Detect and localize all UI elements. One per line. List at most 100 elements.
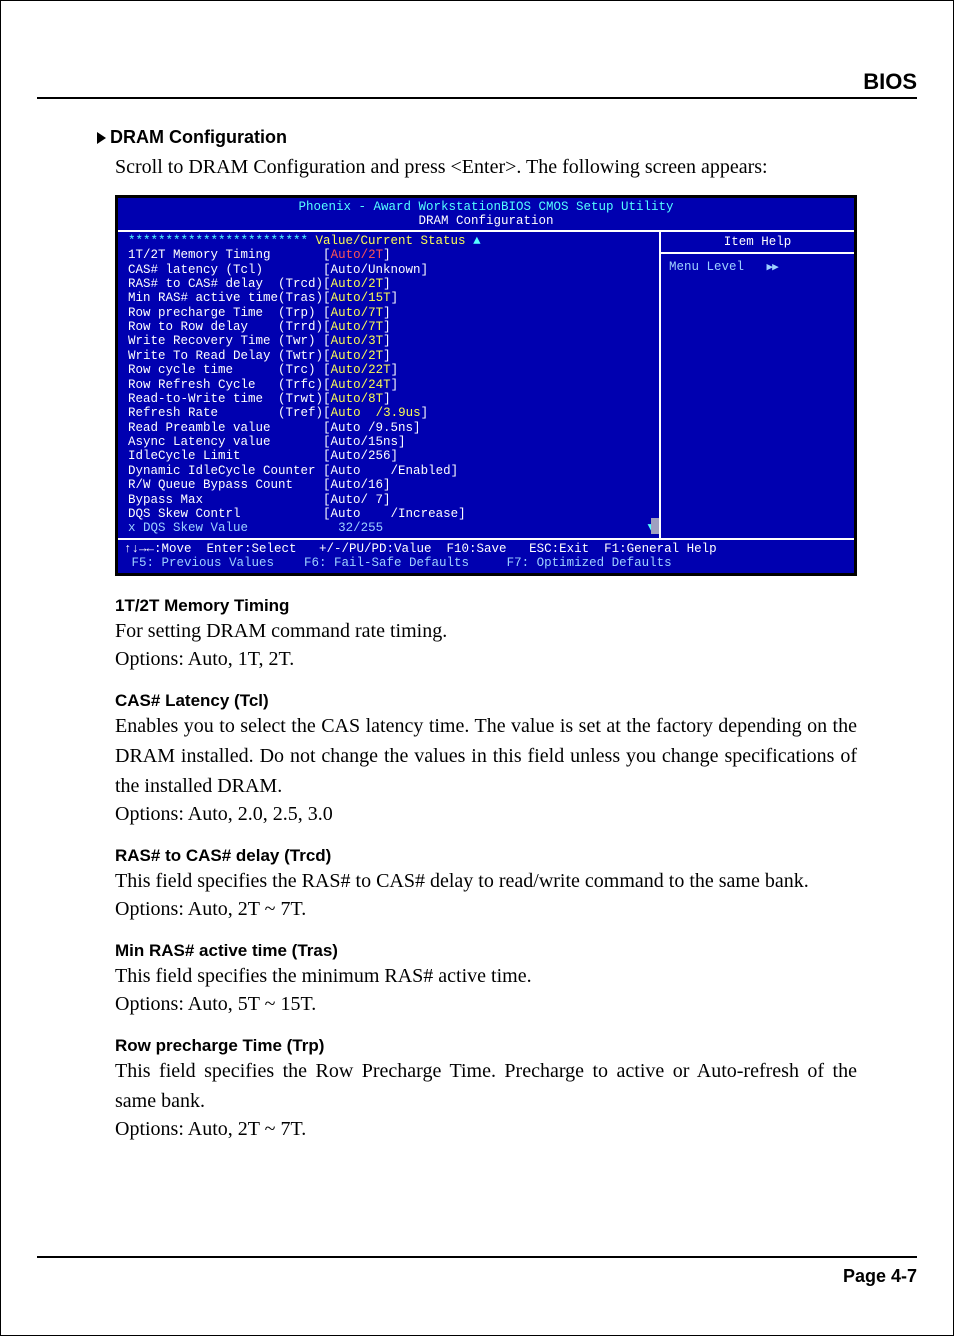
bios-x-row: x DQS Skew Value 32/255▼ xyxy=(128,521,655,535)
bios-row-label: 1T/2T Memory Timing xyxy=(128,248,323,262)
bios-row-label: Min RAS# active time(Tras) xyxy=(128,291,323,305)
bracket-close: ] xyxy=(383,392,391,406)
bios-row-value: Auto/2T xyxy=(331,349,384,363)
bracket-open: [ xyxy=(323,363,331,377)
bios-row[interactable]: Read Preamble value [Auto /9.5ns] xyxy=(128,421,655,435)
bios-row[interactable]: Write Recovery Time (Twr) [Auto/3T] xyxy=(128,334,655,348)
bios-row-value: [Auto/256] xyxy=(323,449,398,463)
bios-row-value: Auto/7T xyxy=(331,306,384,320)
bios-row[interactable]: Bypass Max [Auto/ 7] xyxy=(128,493,655,507)
bios-row[interactable]: RAS# to CAS# delay (Trcd)[Auto/2T] xyxy=(128,277,655,291)
desc-heading: Row precharge Time (Trp) xyxy=(115,1036,857,1056)
bios-row[interactable]: DQS Skew Contrl [Auto /Increase] xyxy=(128,507,655,521)
desc-options: Options: Auto, 2.0, 2.5, 3.0 xyxy=(115,803,857,826)
bios-row-value: Auto/22T xyxy=(331,363,391,377)
bracket-open: [ xyxy=(323,277,331,291)
bracket-open: [ xyxy=(323,306,331,320)
bios-left-panel: ************************ Value/Current S… xyxy=(118,232,659,538)
desc-heading: CAS# Latency (Tcl) xyxy=(115,691,857,711)
bracket-close: ] xyxy=(421,406,429,420)
scrollbar[interactable] xyxy=(651,232,659,538)
bracket-open: [ xyxy=(323,320,331,334)
bios-row[interactable]: Min RAS# active time(Tras)[Auto/15T] xyxy=(128,291,655,305)
help-title: Item Help xyxy=(661,232,854,254)
bios-row-value: Auto/8T xyxy=(331,392,384,406)
footer-l1-right: ESC:Exit F1:General Help xyxy=(529,542,717,556)
desc-options: Options: Auto, 5T ~ 15T. xyxy=(115,993,857,1016)
bios-row[interactable]: IdleCycle Limit [Auto/256] xyxy=(128,449,655,463)
bios-help-panel: Item Help Menu Level ▶▶ xyxy=(659,232,854,538)
bios-row-value: [Auto/16] xyxy=(323,478,391,492)
bracket-open: [ xyxy=(323,248,331,262)
up-arrow-icon: ▲ xyxy=(473,234,481,248)
bracket-close: ] xyxy=(383,277,391,291)
bracket-open: [ xyxy=(323,378,331,392)
bios-row-value: [Auto/Unknown] xyxy=(323,263,428,277)
section-intro: Scroll to DRAM Configuration and press <… xyxy=(115,156,917,179)
bios-row[interactable]: Write To Read Delay (Twtr)[Auto/2T] xyxy=(128,349,655,363)
bracket-close: ] xyxy=(391,363,399,377)
bios-row-value: Auto /3.9us xyxy=(331,406,421,420)
x-val: 32/255 xyxy=(338,521,383,535)
bios-row[interactable]: Row precharge Time (Trp) [Auto/7T] xyxy=(128,306,655,320)
desc-body: This field specifies the RAS# to CAS# de… xyxy=(115,866,857,896)
bracket-close: ] xyxy=(383,320,391,334)
page-header: BIOS xyxy=(37,69,917,99)
bios-rows: 1T/2T Memory Timing [Auto/2T]CAS# latenc… xyxy=(128,248,655,521)
desc-body: This field specifies the minimum RAS# ac… xyxy=(115,961,857,991)
bracket-close: ] xyxy=(391,291,399,305)
bios-row-label: Write Recovery Time (Twr) xyxy=(128,334,323,348)
bios-row-value: Auto/15T xyxy=(331,291,391,305)
triangle-right-icon xyxy=(97,132,106,144)
bios-row-value: Auto/24T xyxy=(331,378,391,392)
bios-row-value: Auto/2T xyxy=(331,248,384,262)
desc-body: This field specifies the Row Precharge T… xyxy=(115,1056,857,1116)
bios-row[interactable]: Row cycle time (Trc) [Auto/22T] xyxy=(128,363,655,377)
footer-l2-right: F7: Optimized Defaults xyxy=(507,556,672,570)
bios-row-label: IdleCycle Limit xyxy=(128,449,323,463)
bios-row-label: Read Preamble value xyxy=(128,421,323,435)
desc-options: Options: Auto, 2T ~ 7T. xyxy=(115,1118,857,1141)
bios-row[interactable]: Row Refresh Cycle (Trfc)[Auto/24T] xyxy=(128,378,655,392)
bios-row[interactable]: Async Latency value [Auto/15ns] xyxy=(128,435,655,449)
bios-row-label: Row cycle time (Trc) xyxy=(128,363,323,377)
desc-heading: 1T/2T Memory Timing xyxy=(115,596,857,616)
bios-row[interactable]: CAS# latency (Tcl) [Auto/Unknown] xyxy=(128,263,655,277)
bios-row-value: [Auto /Increase] xyxy=(323,507,466,521)
bios-row-value: Auto/3T xyxy=(331,334,384,348)
bios-row-label: DQS Skew Contrl xyxy=(128,507,323,521)
bios-row-label: Bypass Max xyxy=(128,493,323,507)
bios-row-label: CAS# latency (Tcl) xyxy=(128,263,323,277)
bios-row-label: Refresh Rate (Tref) xyxy=(128,406,323,420)
bios-row[interactable]: 1T/2T Memory Timing [Auto/2T] xyxy=(128,248,655,262)
desc-heading: Min RAS# active time (Tras) xyxy=(115,941,857,961)
bracket-open: [ xyxy=(323,334,331,348)
bios-footer: ↑↓→←:Move Enter:Select +/-/PU/PD:Value F… xyxy=(118,540,854,574)
footer-l1-left: ↑↓→←:Move Enter:Select +/-/PU/PD:Value F… xyxy=(124,542,507,556)
bios-row-label: Row to Row delay (Trrd) xyxy=(128,320,323,334)
bios-row-label: Async Latency value xyxy=(128,435,323,449)
section-heading-row: DRAM Configuration xyxy=(97,127,917,148)
page-number: Page 4-7 xyxy=(843,1266,917,1286)
desc-options: Options: Auto, 1T, 2T. xyxy=(115,648,857,671)
footer-l2-left: F5: Previous Values F6: Fail-Safe Defaul… xyxy=(124,556,499,570)
bios-row-value: Auto/2T xyxy=(331,277,384,291)
help-body: Menu Level ▶▶ xyxy=(661,254,854,281)
x-label: DQS Skew Value xyxy=(143,521,338,535)
bios-row[interactable]: Refresh Rate (Tref)[Auto /3.9us] xyxy=(128,406,655,420)
bios-row-label: Row precharge Time (Trp) xyxy=(128,306,323,320)
menu-level-label: Menu Level xyxy=(669,260,744,274)
header-title: BIOS xyxy=(863,69,917,94)
bios-row[interactable]: Dynamic IdleCycle Counter [Auto /Enabled… xyxy=(128,464,655,478)
scrollbar-thumb[interactable] xyxy=(651,518,659,534)
bios-row-value: Auto/7T xyxy=(331,320,384,334)
bios-row[interactable]: Read-to-Write time (Trwt)[Auto/8T] xyxy=(128,392,655,406)
bracket-open: [ xyxy=(323,406,331,420)
bios-row-label: RAS# to CAS# delay (Trcd) xyxy=(128,277,323,291)
bracket-open: [ xyxy=(323,349,331,363)
bios-row[interactable]: R/W Queue Bypass Count [Auto/16] xyxy=(128,478,655,492)
bios-header-text: Value/Current Status xyxy=(308,234,473,248)
scrollbar-track xyxy=(651,232,659,538)
section-heading: DRAM Configuration xyxy=(110,127,287,148)
bios-row[interactable]: Row to Row delay (Trrd)[Auto/7T] xyxy=(128,320,655,334)
